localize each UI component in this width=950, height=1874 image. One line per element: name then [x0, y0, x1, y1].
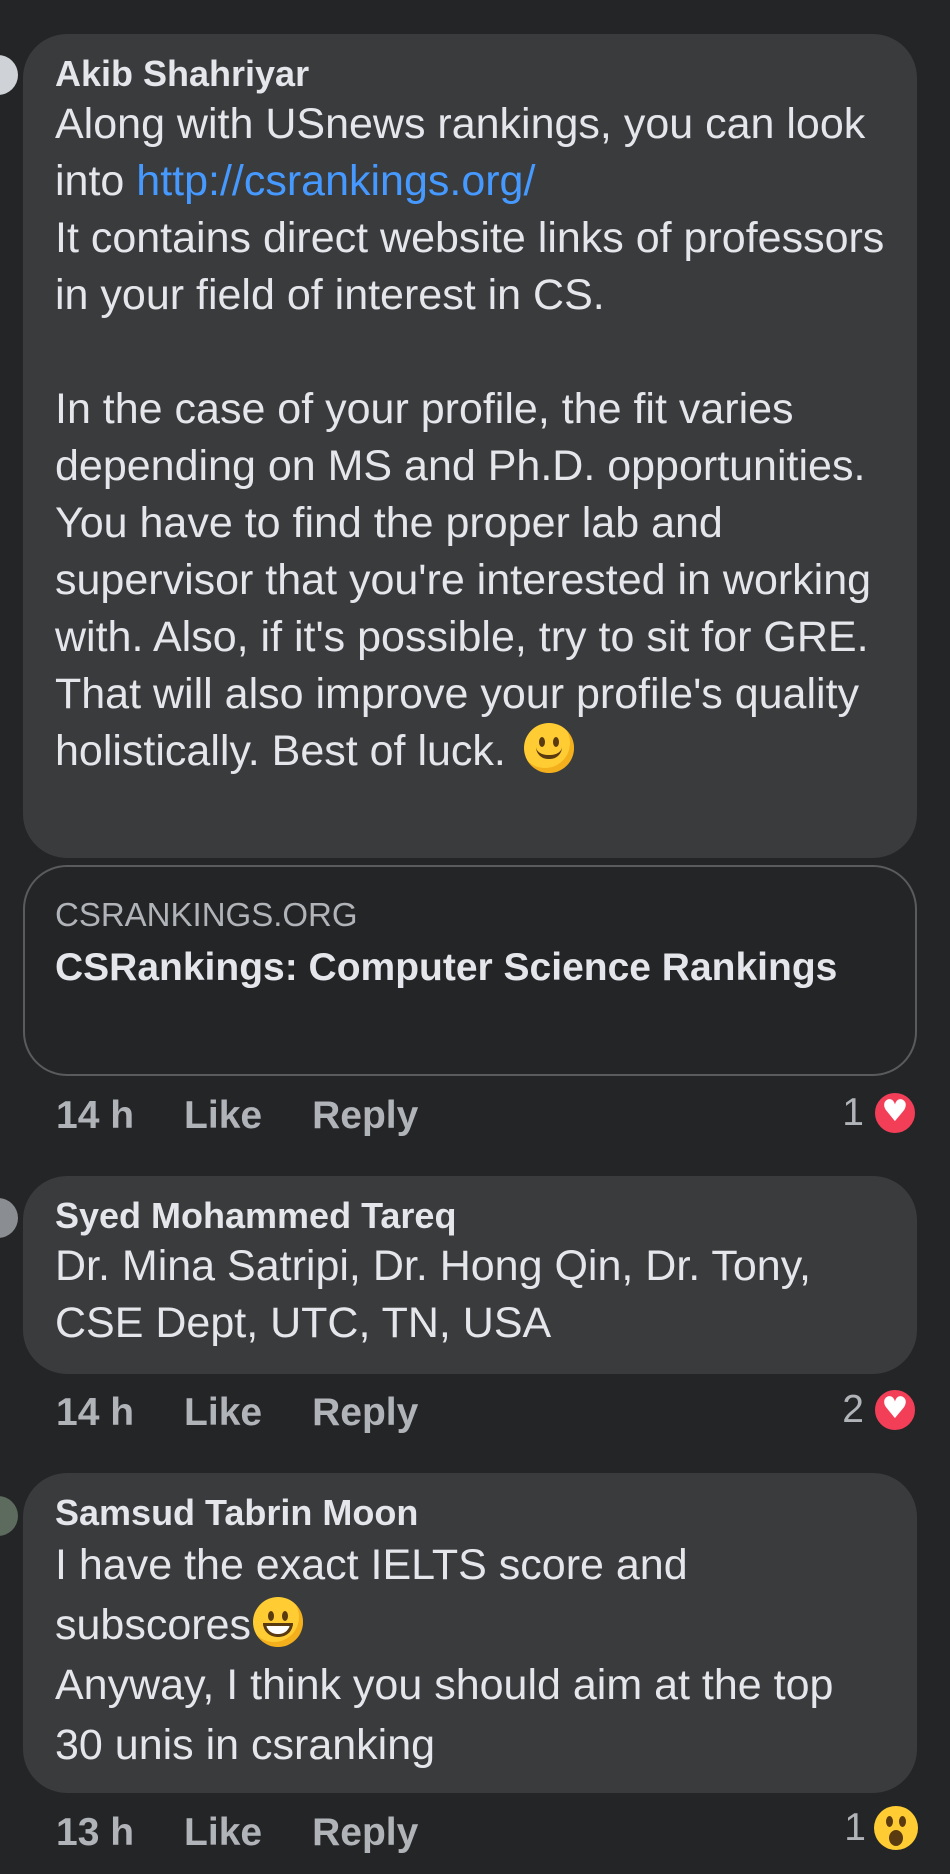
comment-text-part: I have the exact IELTS score and subscor… — [55, 1541, 688, 1649]
wow-reaction-icon — [874, 1806, 918, 1850]
comment-author[interactable]: Syed Mohammed Tareq — [55, 1194, 885, 1238]
comment-text: Along with USnews rankings, you can look… — [55, 96, 885, 780]
like-button[interactable]: Like — [184, 1811, 262, 1854]
comment-time[interactable]: 13 h — [56, 1811, 134, 1854]
link-preview-card[interactable]: CSRANKINGS.ORG CSRankings: Computer Scie… — [23, 865, 917, 1076]
csrankings-link[interactable]: http://csrankings.org/ — [136, 157, 535, 205]
reaction-summary[interactable]: 1 — [842, 1090, 918, 1136]
slightly-smiling-face-icon — [523, 723, 574, 773]
reaction-summary[interactable]: 1 — [844, 1806, 918, 1850]
comment-text-part: Anyway, I think you should aim at the to… — [55, 1661, 834, 1769]
reply-button[interactable]: Reply — [312, 1094, 418, 1137]
love-reaction-icon — [872, 1387, 918, 1433]
comment-text: Dr. Mina Satripi, Dr. Hong Qin, Dr. Tony… — [55, 1242, 811, 1347]
avatar[interactable] — [0, 1198, 18, 1238]
grinning-face-icon — [252, 1597, 303, 1647]
reaction-summary[interactable]: 2 — [842, 1387, 918, 1433]
comment-author[interactable]: Samsud Tabrin Moon — [55, 1491, 885, 1535]
avatar[interactable] — [0, 1496, 18, 1536]
comment-bubble: Samsud Tabrin Moon I have the exact IELT… — [23, 1473, 917, 1793]
comment-time[interactable]: 14 h — [56, 1391, 134, 1434]
comment-bubble: Syed Mohammed Tareq Dr. Mina Satripi, Dr… — [23, 1176, 917, 1374]
link-preview-title: CSRankings: Computer Science Rankings — [55, 946, 838, 989]
love-reaction-icon — [872, 1090, 918, 1136]
comment-actions: 13 h Like Reply — [56, 1811, 468, 1855]
link-preview-domain: CSRANKINGS.ORG — [55, 896, 358, 933]
comment-actions: 14 h Like Reply — [56, 1094, 468, 1138]
like-button[interactable]: Like — [184, 1391, 262, 1434]
avatar[interactable] — [0, 55, 18, 95]
comment-text: I have the exact IELTS score and subscor… — [55, 1535, 885, 1775]
comment-bubble: Akib Shahriyar Along with USnews ranking… — [23, 34, 917, 858]
comment-actions: 14 h Like Reply — [56, 1391, 468, 1435]
like-button[interactable]: Like — [184, 1094, 262, 1137]
comment-text-part: It contains direct website links of prof… — [55, 214, 885, 775]
reaction-count: 1 — [844, 1806, 866, 1849]
reaction-count: 2 — [842, 1388, 864, 1431]
comment-time[interactable]: 14 h — [56, 1094, 134, 1137]
reply-button[interactable]: Reply — [312, 1811, 418, 1854]
comment-author[interactable]: Akib Shahriyar — [55, 52, 885, 96]
reaction-count: 1 — [842, 1091, 864, 1134]
reply-button[interactable]: Reply — [312, 1391, 418, 1434]
